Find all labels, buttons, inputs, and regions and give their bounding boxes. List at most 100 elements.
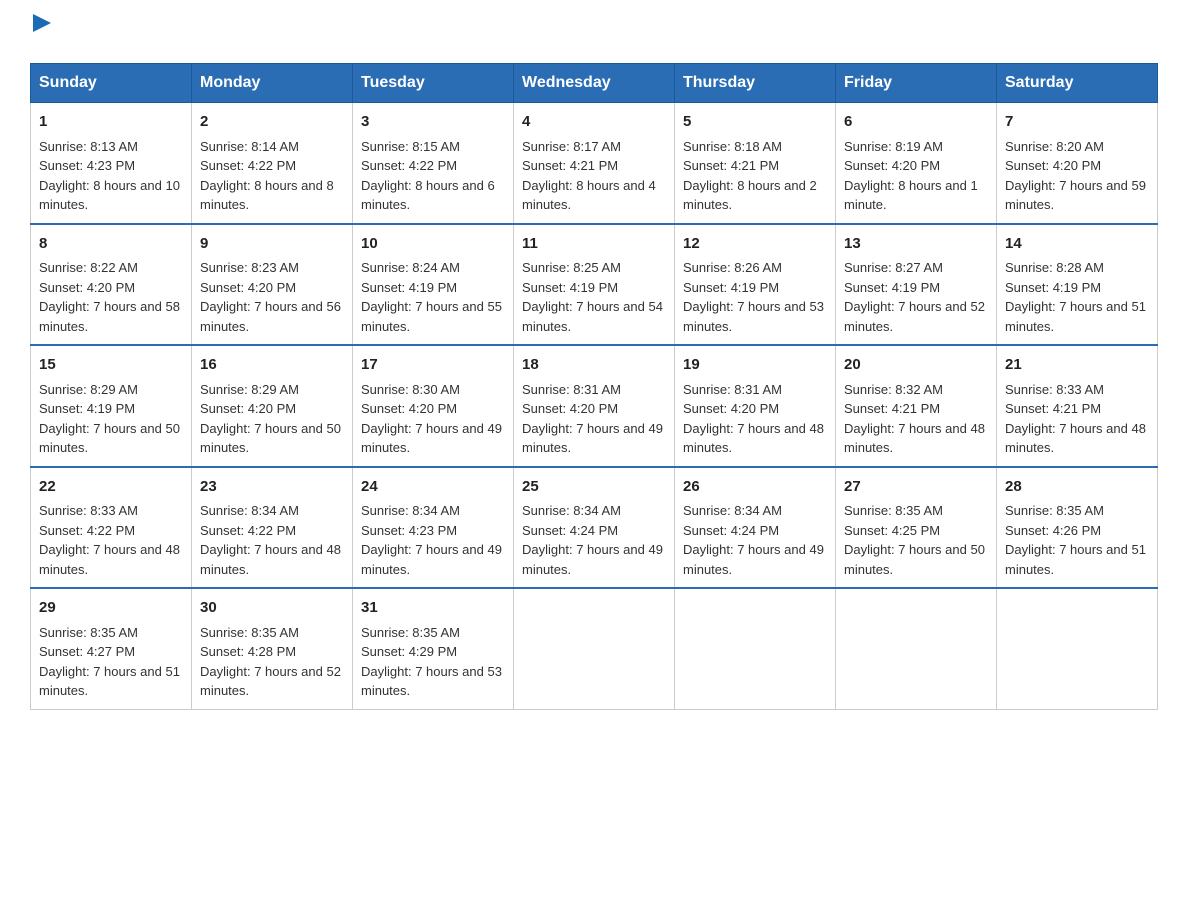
day-info: Sunrise: 8:20 AMSunset: 4:20 PMDaylight:… (1005, 137, 1149, 215)
calendar-cell: 16 Sunrise: 8:29 AMSunset: 4:20 PMDayligh… (192, 345, 353, 467)
calendar-cell: 25Sunrise: 8:34 AMSunset: 4:24 PMDayligh… (514, 467, 675, 589)
day-number: 13 (844, 233, 988, 256)
weekday-header-monday: Monday (192, 64, 353, 103)
day-number: 15 (39, 354, 183, 377)
day-info: Sunrise: 8:34 AMSunset: 4:23 PMDaylight:… (361, 501, 505, 579)
page-header (30, 20, 1158, 43)
day-number: 17 (361, 354, 505, 377)
calendar-week-row: 29 Sunrise: 8:35 AMSunset: 4:27 PMDayligh… (31, 588, 1158, 709)
calendar-week-row: 8Sunrise: 8:22 AMSunset: 4:20 PMDaylight… (31, 224, 1158, 346)
day-number: 22 (39, 476, 183, 499)
calendar-week-row: 22Sunrise: 8:33 AMSunset: 4:22 PMDayligh… (31, 467, 1158, 589)
calendar-cell: 21Sunrise: 8:33 AMSunset: 4:21 PMDayligh… (997, 345, 1158, 467)
day-number: 4 (522, 111, 666, 134)
calendar-cell: 15 Sunrise: 8:29 AMSunset: 4:19 PMDayligh… (31, 345, 192, 467)
calendar-cell: 5 Sunrise: 8:18 AMSunset: 4:21 PMDaylight… (675, 103, 836, 224)
day-info: Sunrise: 8:29 AMSunset: 4:19 PMDaylight:… (39, 380, 183, 458)
calendar-cell (997, 588, 1158, 709)
calendar-cell: 14Sunrise: 8:28 AMSunset: 4:19 PMDayligh… (997, 224, 1158, 346)
calendar-cell: 29 Sunrise: 8:35 AMSunset: 4:27 PMDayligh… (31, 588, 192, 709)
weekday-header-saturday: Saturday (997, 64, 1158, 103)
day-info: Sunrise: 8:31 AMSunset: 4:20 PMDaylight:… (683, 380, 827, 458)
calendar-cell: 27Sunrise: 8:35 AMSunset: 4:25 PMDayligh… (836, 467, 997, 589)
day-info: Sunrise: 8:34 AMSunset: 4:22 PMDaylight:… (200, 501, 344, 579)
day-info: Sunrise: 8:35 AMSunset: 4:27 PMDaylight:… (39, 623, 183, 701)
day-number: 9 (200, 233, 344, 256)
calendar-cell: 11Sunrise: 8:25 AMSunset: 4:19 PMDayligh… (514, 224, 675, 346)
calendar-cell (836, 588, 997, 709)
day-number: 29 (39, 597, 183, 620)
day-info: Sunrise: 8:35 AMSunset: 4:26 PMDaylight:… (1005, 501, 1149, 579)
weekday-header-row: SundayMondayTuesdayWednesdayThursdayFrid… (31, 64, 1158, 103)
day-info: Sunrise: 8:13 AMSunset: 4:23 PMDaylight:… (39, 137, 183, 215)
day-info: Sunrise: 8:22 AMSunset: 4:20 PMDaylight:… (39, 258, 183, 336)
weekday-header-sunday: Sunday (31, 64, 192, 103)
calendar-cell: 10Sunrise: 8:24 AMSunset: 4:19 PMDayligh… (353, 224, 514, 346)
calendar-table: SundayMondayTuesdayWednesdayThursdayFrid… (30, 63, 1158, 710)
calendar-cell: 2Sunrise: 8:14 AMSunset: 4:22 PMDaylight… (192, 103, 353, 224)
weekday-header-tuesday: Tuesday (353, 64, 514, 103)
day-number: 28 (1005, 476, 1149, 499)
day-info: Sunrise: 8:28 AMSunset: 4:19 PMDaylight:… (1005, 258, 1149, 336)
calendar-cell: 23Sunrise: 8:34 AMSunset: 4:22 PMDayligh… (192, 467, 353, 589)
logo (30, 20, 51, 43)
day-number: 3 (361, 111, 505, 134)
calendar-cell: 19 Sunrise: 8:31 AMSunset: 4:20 PMDayligh… (675, 345, 836, 467)
day-info: Sunrise: 8:29 AMSunset: 4:20 PMDaylight:… (200, 380, 344, 458)
calendar-cell: 7 Sunrise: 8:20 AMSunset: 4:20 PMDaylight… (997, 103, 1158, 224)
calendar-cell: 28Sunrise: 8:35 AMSunset: 4:26 PMDayligh… (997, 467, 1158, 589)
day-number: 5 (683, 111, 827, 134)
calendar-cell: 24Sunrise: 8:34 AMSunset: 4:23 PMDayligh… (353, 467, 514, 589)
day-number: 16 (200, 354, 344, 377)
calendar-week-row: 15 Sunrise: 8:29 AMSunset: 4:19 PMDayligh… (31, 345, 1158, 467)
calendar-cell: 17 Sunrise: 8:30 AMSunset: 4:20 PMDayligh… (353, 345, 514, 467)
day-number: 24 (361, 476, 505, 499)
day-info: Sunrise: 8:34 AMSunset: 4:24 PMDaylight:… (522, 501, 666, 579)
day-number: 10 (361, 233, 505, 256)
calendar-cell: 9Sunrise: 8:23 AMSunset: 4:20 PMDaylight… (192, 224, 353, 346)
calendar-cell (514, 588, 675, 709)
day-number: 6 (844, 111, 988, 134)
day-number: 27 (844, 476, 988, 499)
calendar-cell: 1 Sunrise: 8:13 AMSunset: 4:23 PMDaylight… (31, 103, 192, 224)
day-number: 23 (200, 476, 344, 499)
day-info: Sunrise: 8:19 AMSunset: 4:20 PMDaylight:… (844, 137, 988, 215)
day-info: Sunrise: 8:35 AMSunset: 4:29 PMDaylight:… (361, 623, 505, 701)
calendar-cell: 18Sunrise: 8:31 AMSunset: 4:20 PMDayligh… (514, 345, 675, 467)
day-info: Sunrise: 8:30 AMSunset: 4:20 PMDaylight:… (361, 380, 505, 458)
day-number: 18 (522, 354, 666, 377)
day-info: Sunrise: 8:34 AMSunset: 4:24 PMDaylight:… (683, 501, 827, 579)
weekday-header-wednesday: Wednesday (514, 64, 675, 103)
day-number: 1 (39, 111, 183, 134)
day-info: Sunrise: 8:15 AMSunset: 4:22 PMDaylight:… (361, 137, 505, 215)
day-number: 11 (522, 233, 666, 256)
day-info: Sunrise: 8:26 AMSunset: 4:19 PMDaylight:… (683, 258, 827, 336)
calendar-week-row: 1 Sunrise: 8:13 AMSunset: 4:23 PMDaylight… (31, 103, 1158, 224)
logo-arrow-icon (33, 14, 51, 32)
day-info: Sunrise: 8:27 AMSunset: 4:19 PMDaylight:… (844, 258, 988, 336)
day-info: Sunrise: 8:14 AMSunset: 4:22 PMDaylight:… (200, 137, 344, 215)
day-number: 12 (683, 233, 827, 256)
day-number: 8 (39, 233, 183, 256)
day-info: Sunrise: 8:33 AMSunset: 4:22 PMDaylight:… (39, 501, 183, 579)
weekday-header-thursday: Thursday (675, 64, 836, 103)
day-info: Sunrise: 8:18 AMSunset: 4:21 PMDaylight:… (683, 137, 827, 215)
calendar-cell: 4 Sunrise: 8:17 AMSunset: 4:21 PMDaylight… (514, 103, 675, 224)
weekday-header-friday: Friday (836, 64, 997, 103)
day-number: 7 (1005, 111, 1149, 134)
day-info: Sunrise: 8:32 AMSunset: 4:21 PMDaylight:… (844, 380, 988, 458)
day-number: 26 (683, 476, 827, 499)
calendar-cell: 22Sunrise: 8:33 AMSunset: 4:22 PMDayligh… (31, 467, 192, 589)
day-info: Sunrise: 8:24 AMSunset: 4:19 PMDaylight:… (361, 258, 505, 336)
day-info: Sunrise: 8:33 AMSunset: 4:21 PMDaylight:… (1005, 380, 1149, 458)
calendar-cell: 6 Sunrise: 8:19 AMSunset: 4:20 PMDaylight… (836, 103, 997, 224)
calendar-cell: 3 Sunrise: 8:15 AMSunset: 4:22 PMDaylight… (353, 103, 514, 224)
day-info: Sunrise: 8:17 AMSunset: 4:21 PMDaylight:… (522, 137, 666, 215)
day-number: 31 (361, 597, 505, 620)
calendar-cell (675, 588, 836, 709)
day-number: 19 (683, 354, 827, 377)
day-number: 30 (200, 597, 344, 620)
calendar-cell: 26Sunrise: 8:34 AMSunset: 4:24 PMDayligh… (675, 467, 836, 589)
day-info: Sunrise: 8:35 AMSunset: 4:28 PMDaylight:… (200, 623, 344, 701)
day-info: Sunrise: 8:25 AMSunset: 4:19 PMDaylight:… (522, 258, 666, 336)
